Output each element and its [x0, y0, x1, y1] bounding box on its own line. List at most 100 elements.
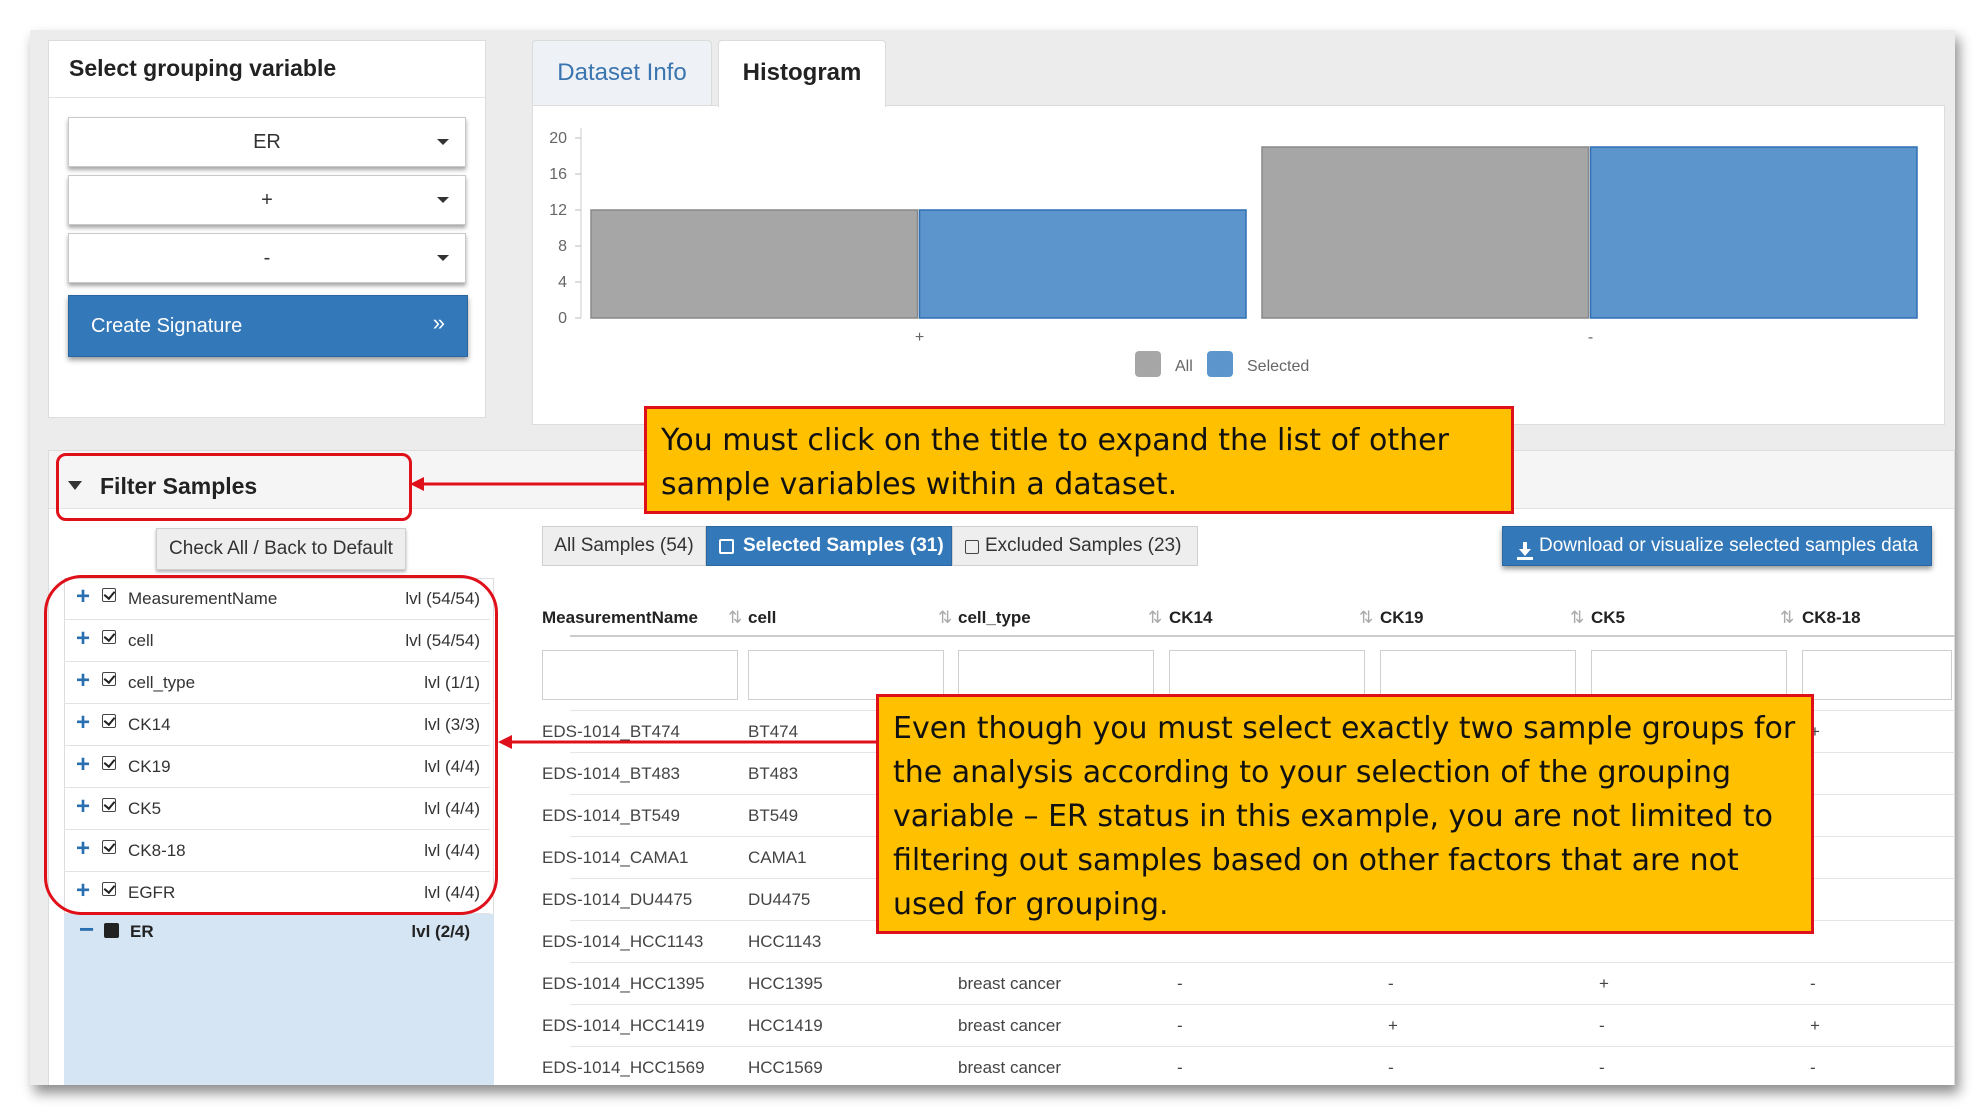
er-checkbox[interactable]	[104, 923, 119, 938]
table-cell: EDS-1014_HCC1395	[542, 974, 705, 993]
check-all-button[interactable]: Check All / Back to Default	[156, 528, 406, 570]
tab-dataset-info-label: Dataset Info	[557, 59, 687, 86]
table-cell: EDS-1014_CAMA1	[542, 848, 689, 867]
header-divider	[570, 635, 1955, 637]
table-cell: breast cancer	[958, 974, 1061, 993]
column-header[interactable]: CK5	[1591, 608, 1625, 628]
table-cell: BT474	[748, 722, 799, 741]
table-cell: -	[1388, 974, 1394, 993]
legend-label: Selected	[1247, 358, 1309, 375]
y-tick-label: 12	[549, 202, 567, 219]
table-cell: EDS-1014_BT549	[542, 806, 680, 825]
table-cell: HCC1143	[748, 932, 822, 951]
app-window: Select grouping variable ER + - Create S…	[30, 30, 1955, 1085]
y-tick-label: 20	[549, 130, 567, 147]
row-divider	[570, 962, 1955, 963]
sort-icon[interactable]: ⇅	[1780, 608, 1794, 628]
grouping-variable-value: ER	[253, 131, 281, 153]
group-two-select[interactable]: -	[68, 233, 466, 283]
caret-down-icon	[437, 139, 449, 145]
column-header[interactable]: CK8-18	[1802, 608, 1861, 628]
divider	[49, 97, 485, 98]
histogram-bar[interactable]	[1261, 146, 1590, 319]
tab-all-samples-label: All Samples (54)	[554, 535, 694, 556]
table-cell: -	[1810, 1058, 1816, 1077]
annotation-expand-title: You must click on the title to expand th…	[644, 406, 1514, 514]
column-filter-input[interactable]	[1802, 650, 1952, 700]
histogram-bar[interactable]	[918, 209, 1247, 319]
create-signature-button[interactable]: Create Signature »	[68, 295, 468, 357]
er-expanded-group: − ER lvl (2/4)	[64, 914, 494, 1085]
column-header[interactable]: cell	[748, 608, 776, 628]
annotation-filtering: Even though you must select exactly two …	[876, 694, 1814, 934]
table-cell: EDS-1014_HCC1143	[542, 932, 704, 951]
table-cell: +	[1599, 974, 1609, 993]
y-tick-label: 16	[549, 166, 567, 183]
er-level: lvl (2/4)	[411, 922, 470, 941]
table-cell: DU4475	[748, 890, 811, 909]
column-header[interactable]: MeasurementName	[542, 608, 698, 628]
table-cell: +	[1810, 1016, 1820, 1035]
table-cell: -	[1388, 1058, 1394, 1077]
column-header[interactable]: CK14	[1169, 608, 1212, 628]
table-cell: +	[1388, 1016, 1398, 1035]
table-cell: BT483	[748, 764, 799, 783]
column-filter-input[interactable]	[1169, 650, 1365, 700]
grouping-variable-select[interactable]: ER	[68, 117, 466, 167]
double-chevron-right-icon: »	[432, 310, 445, 335]
x-tick-label: -	[1588, 329, 1593, 346]
collapse-icon[interactable]: −	[79, 914, 94, 945]
row-divider	[570, 1004, 1955, 1005]
table-cell: -	[1599, 1016, 1605, 1035]
table-cell: EDS-1014_HCC1569	[542, 1058, 705, 1077]
table-cell: EDS-1014_BT483	[542, 764, 680, 783]
y-tick-label: 0	[558, 310, 567, 327]
x-tick-label: +	[915, 329, 924, 346]
histogram-bar[interactable]	[1589, 146, 1918, 319]
row-divider	[570, 1046, 1955, 1047]
er-name: ER	[130, 922, 154, 941]
histogram-panel: Dataset Info Histogram 0 4 8 12 16 20 + - All Sel…	[530, 30, 1945, 425]
sort-icon[interactable]: ⇅	[1148, 608, 1162, 628]
download-icon	[1517, 536, 1533, 560]
histogram-bar[interactable]	[590, 209, 919, 319]
tab-histogram[interactable]: Histogram	[718, 40, 886, 107]
tab-all-samples[interactable]: All Samples (54)	[542, 526, 706, 566]
column-filter-input[interactable]	[1591, 650, 1787, 700]
tab-selected-samples-label: Selected Samples (31)	[743, 535, 944, 556]
group-one-select[interactable]: +	[68, 175, 466, 225]
table-cell: HCC1569	[748, 1058, 823, 1077]
download-label: Download or visualize selected samples d…	[1539, 535, 1919, 556]
column-filter-input[interactable]	[542, 650, 738, 700]
download-button[interactable]: Download or visualize selected samples d…	[1502, 526, 1932, 566]
table-cell: HCC1419	[748, 1016, 823, 1035]
caret-down-icon	[437, 255, 449, 261]
sort-icon[interactable]: ⇅	[728, 608, 742, 628]
table-cell: -	[1177, 1058, 1183, 1077]
table-cell: EDS-1014_BT474	[542, 722, 680, 741]
column-filter-input[interactable]	[748, 650, 944, 700]
tab-excluded-samples-label: Excluded Samples (23)	[985, 535, 1182, 556]
table-cell: BT549	[748, 806, 799, 825]
column-filter-input[interactable]	[958, 650, 1154, 700]
create-signature-label: Create Signature	[91, 315, 243, 337]
group-two-value: -	[263, 247, 271, 269]
table-cell: breast cancer	[958, 1058, 1061, 1077]
sort-icon[interactable]: ⇅	[1359, 608, 1373, 628]
legend-label: All	[1175, 358, 1193, 375]
table-cell: -	[1599, 1058, 1605, 1077]
grouping-panel: Select grouping variable ER + - Create S…	[48, 40, 486, 418]
legend-swatch	[1207, 351, 1233, 377]
column-header[interactable]: cell_type	[958, 608, 1031, 628]
sort-icon[interactable]: ⇅	[938, 608, 952, 628]
chart-container: 0 4 8 12 16 20 + - All Selected	[532, 105, 1945, 425]
y-tick-label: 8	[558, 238, 567, 255]
column-filter-input[interactable]	[1380, 650, 1576, 700]
tab-selected-samples[interactable]: Selected Samples (31)	[706, 526, 952, 566]
tab-excluded-samples[interactable]: Excluded Samples (23)	[952, 526, 1198, 566]
tab-dataset-info[interactable]: Dataset Info	[532, 40, 712, 106]
legend-swatch	[1135, 351, 1161, 377]
column-header[interactable]: CK19	[1380, 608, 1423, 628]
sort-icon[interactable]: ⇅	[1570, 608, 1584, 628]
annotation-filtering-text: Even though you must select exactly two …	[893, 711, 1796, 922]
